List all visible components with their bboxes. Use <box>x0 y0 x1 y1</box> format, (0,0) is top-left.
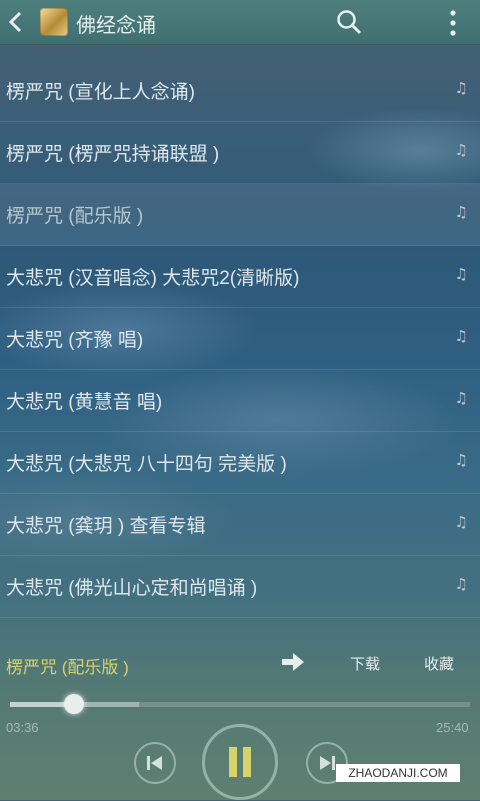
music-note-icon: ♫ <box>454 327 468 345</box>
back-arrow-icon[interactable] <box>6 9 28 35</box>
song-row[interactable]: 大悲咒 (齐豫 唱) ♫ <box>0 308 480 370</box>
previous-icon <box>147 756 162 770</box>
song-title: 大悲咒 (黄慧音 唱) <box>6 392 163 413</box>
song-row[interactable]: 大悲咒 (佛光山心定和尚唱诵 ) ♫ <box>0 556 480 618</box>
song-title: 楞严咒 (宣化上人念诵) <box>6 82 195 103</box>
music-note-icon: ♫ <box>454 265 468 283</box>
song-title: 大悲咒 (齐豫 唱) <box>6 330 144 351</box>
progress-bar[interactable] <box>10 694 470 714</box>
song-title: 楞严咒 (楞严咒持诵联盟 ) <box>6 144 220 165</box>
song-title: 楞严咒 (配乐版 ) <box>6 206 144 227</box>
music-note-icon: ♫ <box>454 451 468 469</box>
song-row[interactable]: 楞严咒 (宣化上人念诵) ♫ <box>0 60 480 122</box>
song-title: 大悲咒 (大悲咒 八十四句 完美版 ) <box>6 454 287 475</box>
song-row[interactable]: 大悲咒 (大悲咒 八十四句 完美版 ) ♫ <box>0 432 480 494</box>
song-title: 大悲咒 (汉音唱念) 大悲咒2(清晰版) <box>6 268 300 289</box>
progress-thumb[interactable] <box>64 694 85 714</box>
search-icon[interactable] <box>336 9 362 35</box>
music-note-icon: ♫ <box>454 203 468 221</box>
share-arrow-icon[interactable] <box>280 651 306 673</box>
music-note-icon: ♫ <box>454 141 468 159</box>
song-title: 大悲咒 (龚玥 ) 查看专辑 <box>6 516 206 537</box>
previous-button[interactable] <box>134 742 176 784</box>
music-note-icon: ♫ <box>454 575 468 593</box>
watermark: ZHAODANJI.COM <box>336 764 460 782</box>
pause-button[interactable] <box>202 724 278 800</box>
music-note-icon: ♫ <box>454 389 468 407</box>
more-vertical-icon[interactable] <box>444 9 462 37</box>
elapsed-time: 03:36 <box>6 720 39 735</box>
music-note-icon: ♫ <box>454 513 468 531</box>
pause-icon <box>229 747 251 777</box>
song-row[interactable]: 大悲咒 (黄慧音 唱) ♫ <box>0 370 480 432</box>
download-button[interactable]: 下载 <box>350 653 380 674</box>
app-logo <box>40 8 68 36</box>
top-app-bar: 佛经念诵 <box>0 0 480 45</box>
song-list: 楞严咒 (宣化上人念诵) ♫ 楞严咒 (楞严咒持诵联盟 ) ♫ 楞严咒 (配乐版… <box>0 60 480 618</box>
song-row-active[interactable]: 楞严咒 (配乐版 ) ♫ <box>0 184 480 246</box>
app-title: 佛经念诵 <box>76 15 156 37</box>
total-time: 25:40 <box>436 720 469 735</box>
song-row[interactable]: 大悲咒 (汉音唱念) 大悲咒2(清晰版) ♫ <box>0 246 480 308</box>
now-playing-title[interactable]: 楞严咒 (配乐版 ) <box>6 653 129 678</box>
song-row[interactable]: 大悲咒 (龚玥 ) 查看专辑 ♫ <box>0 494 480 556</box>
song-title: 大悲咒 (佛光山心定和尚唱诵 ) <box>6 578 258 599</box>
song-row[interactable]: 楞严咒 (楞严咒持诵联盟 ) ♫ <box>0 122 480 184</box>
favorite-button[interactable]: 收藏 <box>424 653 454 674</box>
music-note-icon: ♫ <box>454 79 468 97</box>
